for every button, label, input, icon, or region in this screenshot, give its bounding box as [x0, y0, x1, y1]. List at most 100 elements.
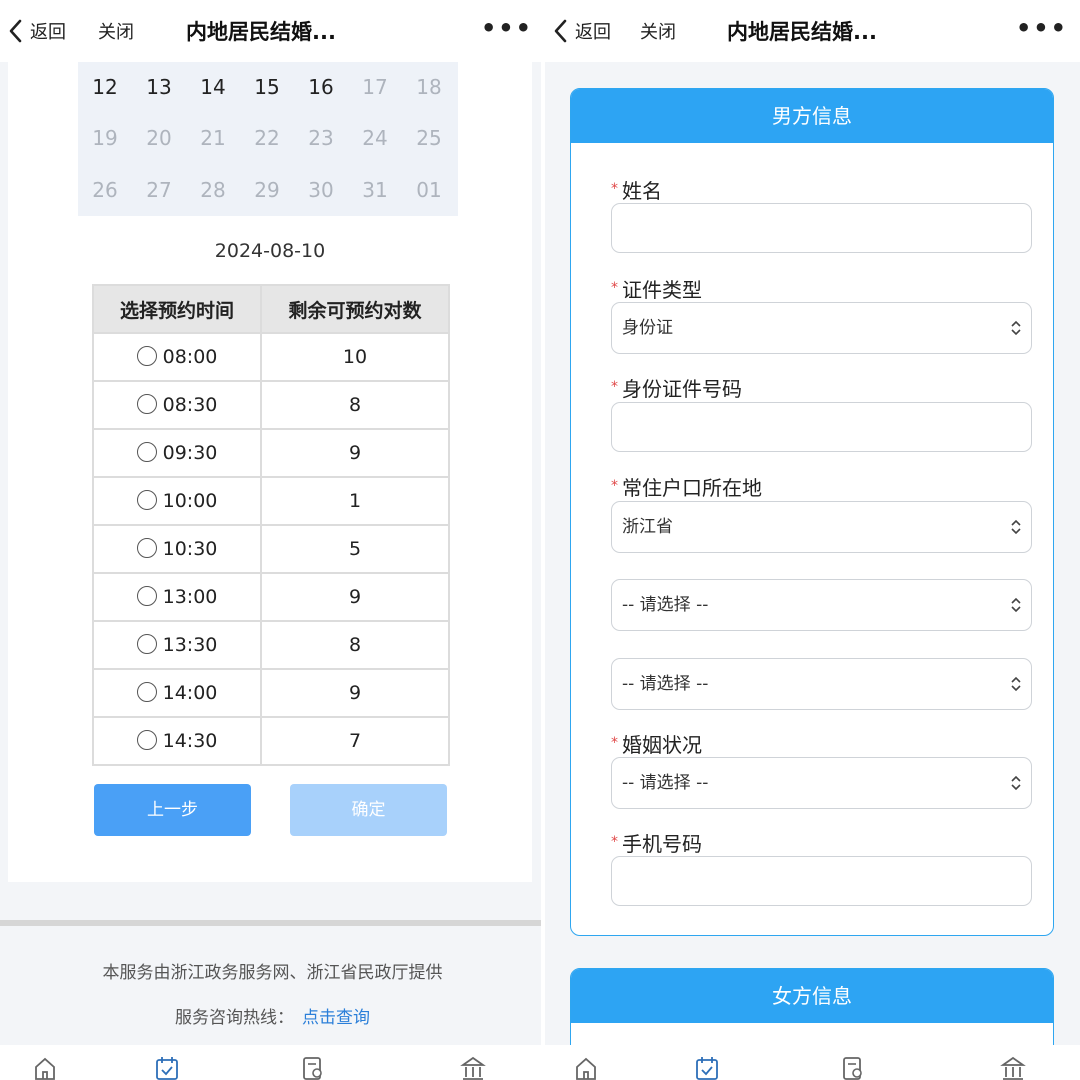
radio-button[interactable] — [136, 586, 157, 606]
time-slot-cell[interactable]: 13:00 — [92, 572, 262, 622]
radio-button[interactable] — [136, 442, 157, 462]
calendar-check-icon[interactable] — [694, 1055, 720, 1080]
home-icon[interactable] — [32, 1055, 58, 1080]
time-slot-cell[interactable]: 10:30 — [92, 524, 262, 574]
radio-button[interactable] — [136, 538, 157, 558]
time-label: 13:30 — [162, 634, 218, 656]
time-slot-cell[interactable]: 09:30 — [92, 428, 262, 478]
table-row[interactable]: 13:30 8 — [92, 620, 450, 670]
calendar-day: 25 — [416, 126, 442, 150]
calendar-week-row: 26 27 28 29 30 31 01 — [78, 164, 458, 216]
search-document-icon[interactable] — [840, 1055, 866, 1080]
close-button[interactable]: 关闭 — [640, 18, 676, 44]
back-button[interactable]: 返回 — [551, 16, 611, 46]
calendar-day: 20 — [146, 126, 172, 150]
search-document-icon[interactable] — [300, 1055, 326, 1080]
radio-button[interactable] — [136, 634, 157, 654]
required-mark: * — [611, 735, 618, 751]
calendar-day: 01 — [416, 178, 442, 202]
more-menu-icon[interactable]: ••• — [1016, 14, 1068, 42]
calendar-day: 30 — [308, 178, 334, 202]
name-input[interactable] — [611, 203, 1032, 253]
remaining-count: 8 — [260, 380, 450, 430]
remaining-count: 9 — [260, 572, 450, 622]
back-button[interactable]: 返回 — [6, 16, 66, 46]
time-slot-cell[interactable]: 14:30 — [92, 716, 262, 766]
required-mark: * — [611, 478, 618, 494]
time-label: 08:30 — [162, 394, 218, 416]
calendar-week-row: 12 13 14 15 16 17 18 — [78, 62, 458, 112]
name-label: * 姓名 — [611, 179, 662, 203]
remaining-count: 9 — [260, 668, 450, 718]
table-row[interactable]: 14:30 7 — [92, 716, 450, 766]
confirm-button[interactable]: 确定 — [290, 784, 447, 836]
table-row[interactable]: 10:00 1 — [92, 476, 450, 526]
calendar-day: 17 — [362, 75, 388, 99]
id-type-value: 身份证 — [622, 318, 673, 338]
calendar-day: 24 — [362, 126, 388, 150]
required-mark: * — [611, 280, 618, 296]
chevron-left-icon — [554, 19, 567, 43]
residence-label: * 常住户口所在地 — [611, 476, 762, 500]
header-remaining: 剩余可预约对数 — [260, 284, 450, 334]
time-slot-table: 选择预约时间 剩余可预约对数 08:00 10 08:30 8 09:30 9 10:00 1… — [92, 284, 450, 766]
calendar-day: 19 — [92, 126, 118, 150]
radio-button[interactable] — [136, 490, 157, 510]
tab-bar — [545, 1045, 1080, 1080]
prev-step-button[interactable]: 上一步 — [94, 784, 251, 836]
government-building-icon[interactable] — [1000, 1055, 1026, 1080]
calendar-grid: 12 13 14 15 16 17 18 19 20 21 22 23 24 25 26 27 28 29 30 31… — [78, 62, 458, 216]
table-row[interactable]: 13:00 9 — [92, 572, 450, 622]
district-select[interactable]: -- 请选择 -- — [611, 658, 1032, 710]
table-row[interactable]: 08:00 10 — [92, 332, 450, 382]
phone-input[interactable] — [611, 856, 1032, 906]
city-select[interactable]: -- 请选择 -- — [611, 579, 1032, 631]
remaining-count: 1 — [260, 476, 450, 526]
id-number-label: * 身份证件号码 — [611, 377, 742, 401]
calendar-day[interactable]: 15 — [240, 75, 294, 99]
radio-button[interactable] — [136, 394, 157, 414]
id-number-input[interactable] — [611, 402, 1032, 452]
time-slot-cell[interactable]: 14:00 — [92, 668, 262, 718]
close-button[interactable]: 关闭 — [98, 18, 134, 44]
table-row[interactable]: 10:30 5 — [92, 524, 450, 574]
radio-button[interactable] — [136, 346, 157, 366]
selected-date: 2024-08-10 — [214, 240, 326, 262]
hotline-row: 服务咨询热线： 点击查询 — [0, 1003, 545, 1028]
time-label: 10:30 — [162, 538, 218, 560]
more-menu-icon[interactable]: ••• — [481, 14, 533, 42]
calendar-day: 23 — [308, 126, 334, 150]
province-select[interactable]: 浙江省 — [611, 501, 1032, 553]
calendar-day[interactable]: 13 — [132, 75, 186, 99]
calendar-day[interactable]: 12 — [78, 75, 132, 99]
remaining-count: 8 — [260, 620, 450, 670]
table-row[interactable]: 09:30 9 — [92, 428, 450, 478]
table-row[interactable]: 14:00 9 — [92, 668, 450, 718]
hotline-link[interactable]: 点击查询 — [302, 1008, 370, 1028]
left-screen: 返回 关闭 内地居民结婚... ••• 12 13 14 15 16 17 18 19 20 21… — [0, 0, 545, 1080]
radio-button[interactable] — [136, 730, 157, 750]
page-title: 内地居民结婚... — [186, 20, 336, 44]
id-type-select[interactable]: 身份证 — [611, 302, 1032, 354]
calendar-day[interactable]: 14 — [186, 75, 240, 99]
time-label: 14:30 — [162, 730, 218, 752]
time-slot-cell[interactable]: 13:30 — [92, 620, 262, 670]
tab-bar — [0, 1045, 545, 1080]
city-value: -- 请选择 -- — [622, 595, 709, 615]
radio-button[interactable] — [136, 682, 157, 702]
calendar-check-icon[interactable] — [154, 1055, 180, 1080]
female-section-title: 女方信息 — [571, 969, 1053, 1023]
home-icon[interactable] — [573, 1055, 599, 1080]
calendar-day: 22 — [254, 126, 280, 150]
remaining-count: 10 — [260, 332, 450, 382]
calendar-day[interactable]: 16 — [294, 75, 348, 99]
table-row[interactable]: 08:30 8 — [92, 380, 450, 430]
time-slot-cell[interactable]: 10:00 — [92, 476, 262, 526]
calendar-day: 27 — [146, 178, 172, 202]
page-title: 内地居民结婚... — [727, 20, 877, 44]
government-building-icon[interactable] — [460, 1055, 486, 1080]
hotline-label: 服务咨询热线： — [175, 1008, 294, 1028]
time-slot-cell[interactable]: 08:30 — [92, 380, 262, 430]
marital-status-select[interactable]: -- 请选择 -- — [611, 757, 1032, 809]
time-slot-cell[interactable]: 08:00 — [92, 332, 262, 382]
